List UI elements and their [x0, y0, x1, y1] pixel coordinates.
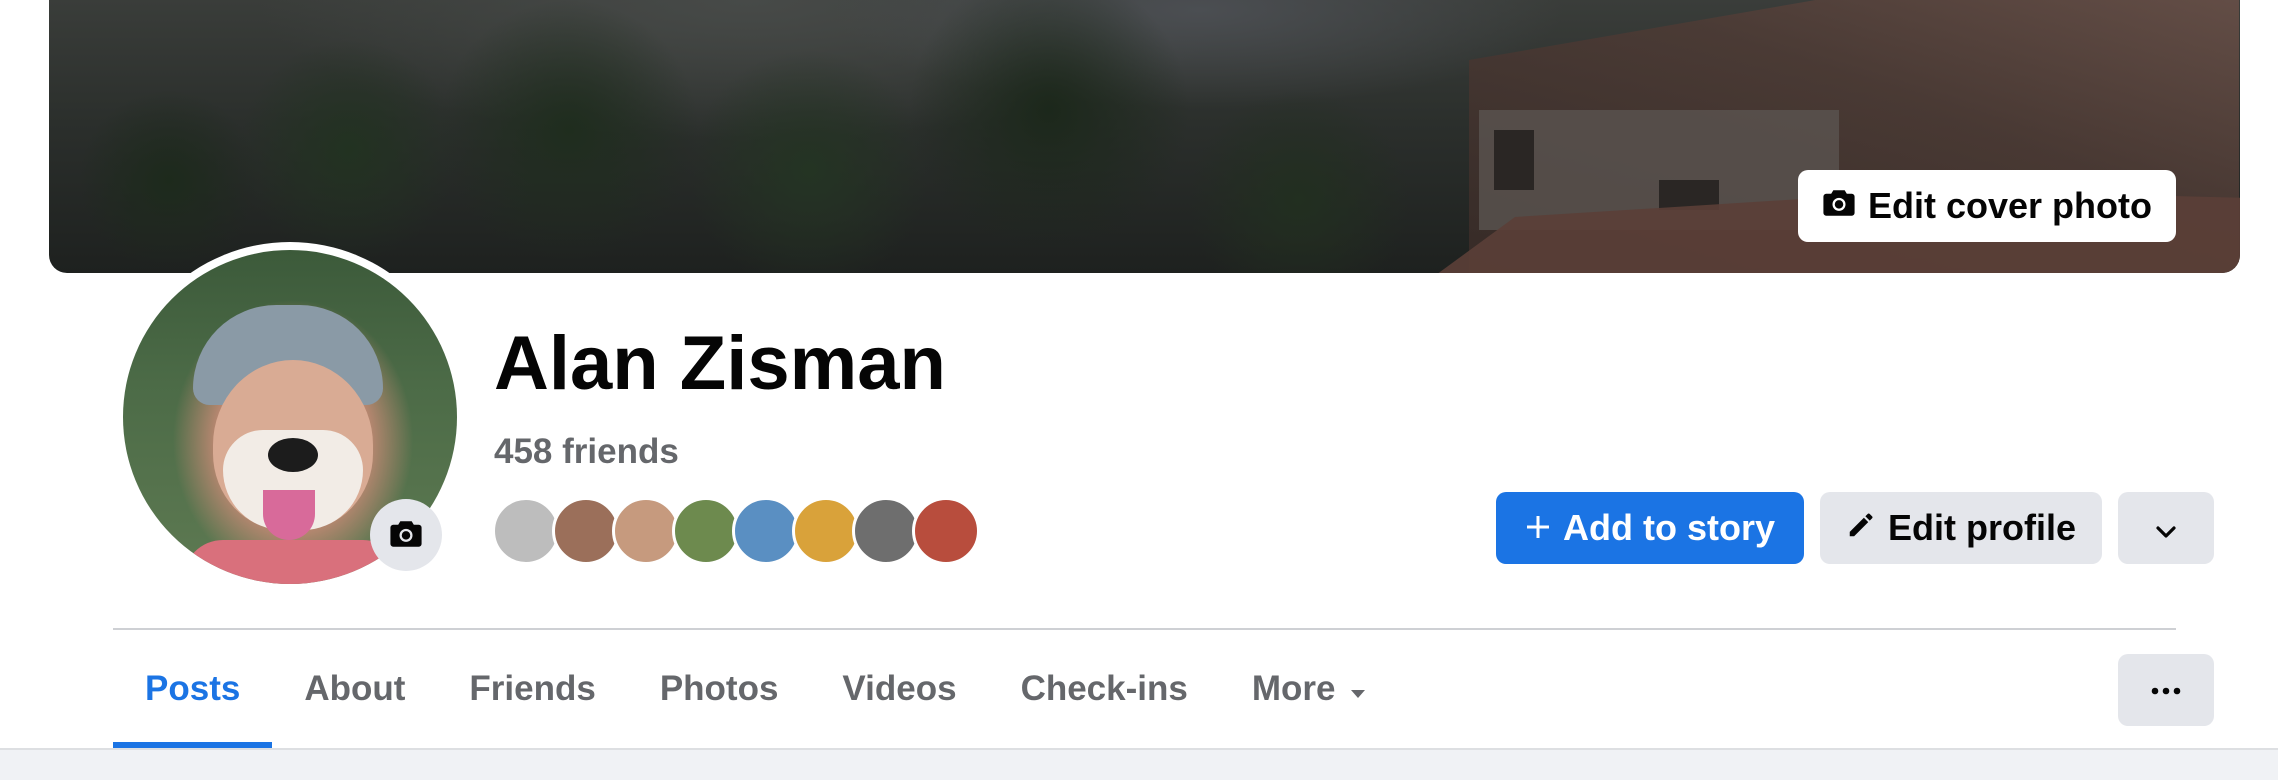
update-profile-picture-button[interactable] — [370, 499, 442, 571]
plus-icon — [1525, 507, 1551, 549]
edit-profile-label: Edit profile — [1888, 507, 2076, 548]
tab-check-ins[interactable]: Check-ins — [989, 630, 1220, 748]
tabs-overflow-menu-button[interactable] — [2118, 654, 2214, 726]
tab-label: Posts — [145, 669, 241, 708]
tab-label: Friends — [469, 669, 596, 708]
avatar-mask-tongue — [263, 490, 315, 540]
tab-label: About — [304, 669, 406, 708]
chevron-down-icon — [2154, 507, 2178, 549]
tab-more[interactable]: More — [1220, 630, 1400, 748]
ellipsis-icon — [2151, 683, 2181, 698]
cover-house-window — [1494, 130, 1534, 190]
tab-videos[interactable]: Videos — [810, 630, 988, 748]
profile-actions: Add to story Edit profile — [1496, 492, 2214, 564]
tab-label: Check-ins — [1020, 669, 1188, 708]
friend-avatar[interactable] — [672, 497, 740, 565]
edit-cover-photo-label: Edit cover photo — [1867, 185, 2152, 226]
avatar-mask-nose — [268, 438, 318, 472]
caret-down-icon — [1349, 669, 1367, 709]
add-to-story-label: Add to story — [1563, 507, 1775, 548]
tab-label: Videos — [842, 669, 957, 708]
friend-avatar[interactable] — [612, 497, 680, 565]
friend-avatar[interactable] — [852, 497, 920, 565]
edit-profile-button[interactable]: Edit profile — [1820, 492, 2102, 564]
friend-avatar[interactable] — [492, 497, 560, 565]
cover-trees — [49, 0, 1549, 273]
friend-avatar[interactable] — [552, 497, 620, 565]
pencil-icon — [1846, 507, 1876, 549]
friend-avatars-row — [492, 497, 980, 565]
profile-name: Alan Zisman — [494, 321, 946, 406]
add-to-story-button[interactable]: Add to story — [1496, 492, 1804, 564]
friend-avatar[interactable] — [792, 497, 860, 565]
friend-avatar[interactable] — [732, 497, 800, 565]
feed-background — [0, 748, 2278, 780]
cover-photo[interactable]: Edit cover photo — [49, 0, 2240, 273]
tab-photos[interactable]: Photos — [628, 630, 811, 748]
tab-about[interactable]: About — [272, 630, 437, 748]
friend-avatar[interactable] — [912, 497, 980, 565]
tab-posts[interactable]: Posts — [113, 630, 273, 748]
edit-cover-photo-button[interactable]: Edit cover photo — [1798, 170, 2176, 242]
tab-friends[interactable]: Friends — [437, 630, 627, 748]
camera-icon — [389, 519, 423, 552]
profile-more-options-button[interactable] — [2118, 492, 2214, 564]
friends-count-link[interactable]: 458 friends — [494, 432, 679, 472]
profile-tabs: Posts About Friends Photos Videos Check-… — [113, 630, 1399, 748]
tab-label: Photos — [659, 669, 779, 708]
avatar-shirt — [183, 540, 403, 584]
tab-label: More — [1251, 669, 1336, 708]
camera-icon — [1822, 185, 1856, 227]
